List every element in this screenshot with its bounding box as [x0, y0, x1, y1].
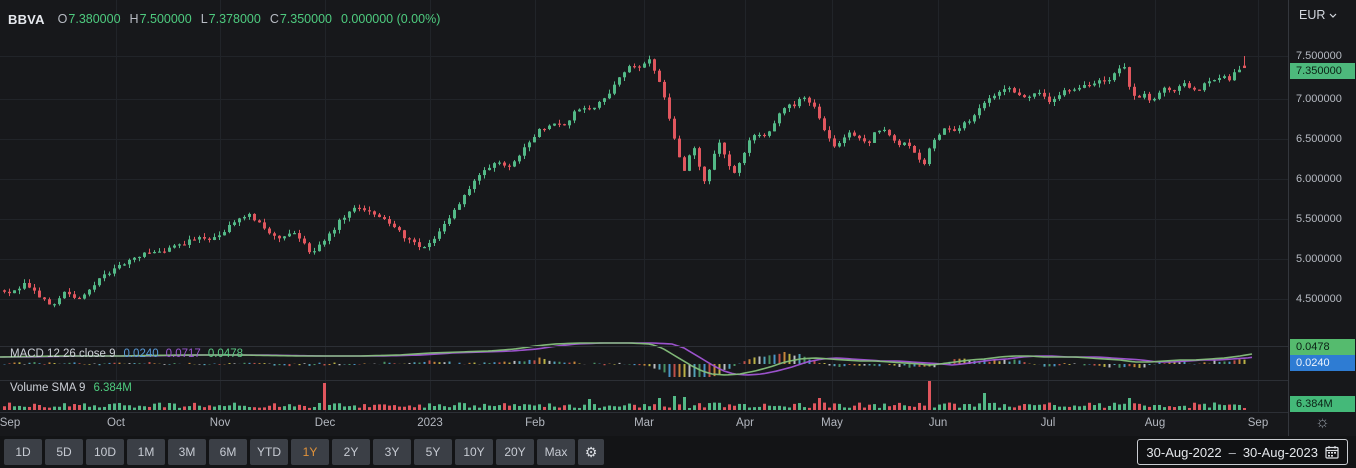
settings-gear-button[interactable]: ⚙ [578, 439, 604, 465]
time-axis-label: Mar [634, 417, 654, 429]
macd-pane-title: MACD 12 26 close 9 0.0240 0.0717 0.0478 [10, 348, 250, 360]
time-axis-label: May [821, 417, 843, 429]
volume-sma-value: 6.384M [93, 382, 132, 394]
range-button-5y[interactable]: 5Y [414, 439, 452, 465]
ohlc-low: L 7.378000 [200, 12, 261, 26]
range-button-20y[interactable]: 20Y [496, 439, 534, 465]
price-tick-label: 7.000000 [1296, 93, 1342, 105]
price-axis[interactable]: EUR 7.500000 7.000000 6.500000 6.000000 5.50… [1288, 0, 1356, 436]
date-range-to: 30-Aug-2023 [1242, 444, 1318, 460]
currency-label: EUR [1299, 8, 1326, 22]
macd-value: 0.0240 [123, 348, 159, 360]
ohlc-open: O 7.380000 [57, 12, 121, 26]
macd-title-text: MACD 12 26 close 9 [10, 348, 116, 360]
chevron-down-icon [1329, 13, 1337, 18]
time-axis-label: Apr [736, 417, 754, 429]
price-tick-label: 4.500000 [1296, 293, 1342, 305]
volume-bars [3, 381, 1246, 410]
range-button-10y[interactable]: 10Y [455, 439, 493, 465]
macd-value: 0.0717 [165, 348, 201, 360]
range-button-3m[interactable]: 3M [168, 439, 206, 465]
trading-chart-app: BBVA O 7.380000 H 7.500000 L 7.378000 C 7.35… [0, 0, 1356, 468]
time-axis-label: Jul [1040, 417, 1056, 429]
ohlc-close: C 7.350000 [269, 12, 332, 26]
range-button-1m[interactable]: 1M [127, 439, 165, 465]
range-toolbar: 1D 5D 10D 1M 3M 6M YTD 1Y 2Y 3Y 5Y 10Y 20Y Max ⚙ 30-A… [0, 436, 1356, 468]
volume-axis-label: 6.384M [1290, 396, 1355, 412]
macd-values: 0.0240 0.0717 0.0478 [123, 348, 250, 360]
volume-pane-title: Volume SMA 9 6.384M [10, 382, 132, 394]
ohlc-high: H 7.500000 [129, 12, 192, 26]
range-button-1y[interactable]: 1Y [291, 439, 329, 465]
current-price-label: 7.350000 [1290, 63, 1355, 79]
time-axis-label: Jun [928, 417, 948, 429]
price-tick-label: 7.500000 [1296, 50, 1342, 62]
time-axis-label: 2023 [417, 417, 443, 429]
macd-value: 0.0478 [207, 348, 244, 360]
range-button-10d[interactable]: 10D [86, 439, 124, 465]
price-change: 0.000000 (0.00%) [340, 12, 441, 26]
time-axis[interactable]: Sep Oct Nov Dec 2023 Feb Mar Apr May Jun Jul Aug Sep [0, 412, 1288, 436]
range-buttons: 1D 5D 10D 1M 3M 6M YTD 1Y 2Y 3Y 5Y 10Y 20Y Max [4, 439, 575, 465]
macd-axis-label-blue: 0.0240 [1290, 355, 1355, 371]
symbol-header: BBVA O 7.380000 H 7.500000 L 7.378000 C 7.35… [8, 10, 440, 28]
price-tick-label: 5.500000 [1296, 213, 1342, 225]
range-button-1d[interactable]: 1D [4, 439, 42, 465]
time-axis-label: Nov [209, 417, 231, 429]
date-range-separator: – [1228, 444, 1236, 460]
time-axis-label: Feb [525, 417, 545, 429]
volume-title-text: Volume SMA 9 [10, 382, 86, 394]
time-axis-label: Aug [1144, 417, 1166, 429]
time-axis-label: Dec [314, 417, 336, 429]
range-button-5d[interactable]: 5D [45, 439, 83, 465]
currency-selector[interactable]: EUR [1299, 8, 1337, 22]
symbol-name: BBVA [8, 11, 45, 27]
range-button-ytd[interactable]: YTD [250, 439, 288, 465]
price-tick-label: 6.000000 [1296, 173, 1342, 185]
time-axis-label: Oct [107, 417, 125, 429]
price-tick-label: 6.500000 [1296, 133, 1342, 145]
calendar-icon [1325, 446, 1339, 459]
macd-axis-label-green: 0.0478 [1290, 339, 1355, 355]
date-range-from: 30-Aug-2022 [1146, 444, 1222, 460]
date-range-picker[interactable]: 30-Aug-2022 – 30-Aug-2023 [1137, 439, 1348, 465]
time-axis-label: Sep [1247, 417, 1269, 429]
range-button-max[interactable]: Max [537, 439, 575, 465]
price-tick-label: 5.000000 [1296, 253, 1342, 265]
theme-sun-icon[interactable]: ☼ [1315, 412, 1330, 434]
range-button-6m[interactable]: 6M [209, 439, 247, 465]
range-button-2y[interactable]: 2Y [332, 439, 370, 465]
time-axis-label: Sep [0, 417, 21, 429]
range-button-3y[interactable]: 3Y [373, 439, 411, 465]
